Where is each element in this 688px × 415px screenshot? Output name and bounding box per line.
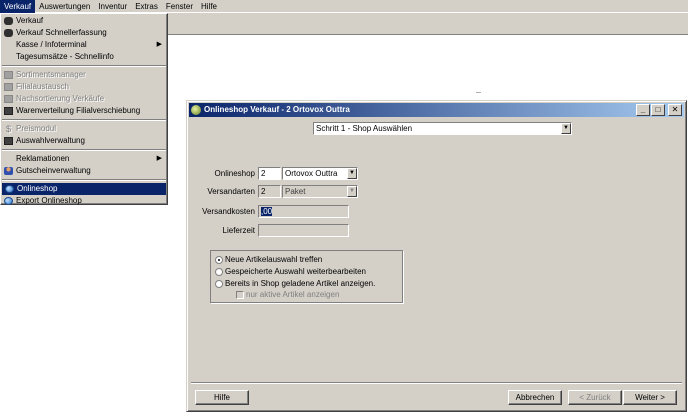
minimize-button[interactable]: _ — [636, 104, 650, 116]
menu-item-tagesumsaetze[interactable]: Tagesumsätze - Schnellinfo — [1, 51, 167, 63]
app-icon — [191, 105, 201, 115]
onlineshop-select[interactable]: Ortovox Outtra ▼ — [282, 167, 358, 180]
versandarten-select-value: Paket — [285, 187, 306, 196]
menu-item-label: Kasse / Infoterminal — [16, 40, 87, 49]
menu-item-kasse-infoterminal[interactable]: Kasse / Infoterminal ▶ — [1, 39, 167, 51]
menu-auswertungen[interactable]: Auswertungen — [35, 0, 94, 13]
radio-label: Gespeicherte Auswahl weiterbearbeiten — [225, 267, 366, 276]
radio-bereits-geladene[interactable]: Bereits in Shop geladene Artikel anzeige… — [215, 278, 375, 289]
menu-item-verkauf[interactable]: Verkauf — [1, 15, 167, 27]
menu-hilfe[interactable]: Hilfe — [197, 0, 221, 13]
menu-item-nachsortierung: Nachsortierung Verkäufe — [1, 93, 167, 105]
lieferzeit-label: Lieferzeit — [222, 226, 255, 235]
radio-dot — [215, 268, 223, 276]
cash-register-icon — [4, 29, 13, 37]
menu-separator — [2, 119, 166, 121]
menu-item-gutscheinverwaltung[interactable]: Gutscheinverwaltung — [1, 165, 167, 177]
menu-fenster[interactable]: Fenster — [162, 0, 197, 13]
submenu-arrow-icon: ▶ — [156, 155, 162, 162]
menu-item-preismodul: $ Preismodul — [1, 123, 167, 135]
menu-item-label: Verkauf Schnellerfassung — [16, 28, 107, 37]
step-select-value: Schritt 1 - Shop Auswählen — [316, 124, 413, 133]
lieferzeit-input[interactable] — [258, 224, 349, 237]
bottom-separator — [191, 382, 682, 384]
onlineshop-select-value: Ortovox Outtra — [285, 169, 338, 178]
menu-item-verkauf-schnellerfassung[interactable]: Verkauf Schnellerfassung — [1, 27, 167, 39]
menu-item-label: Sortimentsmanager — [16, 70, 86, 79]
menu-item-warenverteilung[interactable]: Warenverteilung Filialverschiebung — [1, 105, 167, 117]
cash-register-icon — [4, 17, 13, 25]
onlineshop-label: Onlineshop — [214, 169, 255, 178]
truck-icon — [4, 107, 13, 115]
menu-item-sortimentsmanager: Sortimentsmanager — [1, 69, 167, 81]
menu-extras[interactable]: Extras — [131, 0, 162, 13]
window-controls: _ □ ✕ — [635, 104, 682, 116]
verkauf-dropdown-menu: Verkauf Verkauf Schnellerfassung Kasse /… — [0, 13, 168, 205]
menu-separator — [2, 149, 166, 151]
menu-bar: Verkauf Auswertungen Inventur Extras Fen… — [0, 0, 688, 13]
checkbox-nur-aktive: nur aktive Artikel anzeigen — [236, 289, 339, 300]
option-group: Neue Artikelauswahl treffen Gespeicherte… — [210, 250, 403, 303]
checkbox-label: nur aktive Artikel anzeigen — [246, 290, 340, 299]
next-button[interactable]: Weiter > — [623, 390, 677, 405]
close-button[interactable]: ✕ — [668, 104, 682, 116]
versandkosten-label: Versandkosten — [202, 207, 255, 216]
menu-item-label: Warenverteilung Filialverschiebung — [16, 106, 141, 115]
versandkosten-input[interactable]: ,00 — [258, 205, 349, 218]
submenu-arrow-icon: ▶ — [156, 41, 162, 48]
help-button[interactable]: Hilfe — [195, 390, 249, 405]
menu-item-label: Export Onlineshop — [16, 196, 82, 205]
menu-item-label: Auswahlverwaltung — [16, 136, 85, 145]
menu-item-reklamationen[interactable]: Reklamationen ▶ — [1, 153, 167, 165]
menu-inventur[interactable]: Inventur — [94, 0, 131, 13]
radio-gespeicherte-auswahl[interactable]: Gespeicherte Auswahl weiterbearbeiten — [215, 266, 366, 277]
background-mark — [476, 92, 481, 93]
menu-item-filialaustausch: Filialaustausch — [1, 81, 167, 93]
chevron-down-icon: ▼ — [347, 186, 357, 197]
versandkosten-value: ,00 — [261, 207, 273, 216]
radio-label: Neue Artikelauswahl treffen — [225, 255, 323, 264]
window-title: Onlineshop Verkauf - 2 Ortovox Outtra — [204, 105, 350, 114]
versandarten-select: Paket ▼ — [282, 185, 358, 198]
chevron-down-icon[interactable]: ▼ — [347, 168, 357, 179]
menu-verkauf[interactable]: Verkauf — [0, 0, 36, 13]
menu-item-label: Filialaustausch — [16, 82, 69, 91]
menu-item-onlineshop[interactable]: Onlineshop — [2, 183, 166, 195]
cancel-button[interactable]: Abbrechen — [508, 390, 562, 405]
menu-item-label: Reklamationen — [16, 154, 70, 163]
versandarten-code-input: 2 — [258, 185, 281, 198]
menu-item-label: Onlineshop — [17, 184, 58, 193]
grid-icon — [4, 71, 13, 79]
menu-item-label: Tagesumsätze - Schnellinfo — [16, 52, 114, 61]
menu-separator — [2, 65, 166, 67]
exchange-icon — [4, 83, 13, 91]
chevron-down-icon[interactable]: ▼ — [561, 123, 571, 134]
radio-dot — [215, 280, 223, 288]
menu-item-auswahlverwaltung[interactable]: Auswahlverwaltung — [1, 135, 167, 147]
versandarten-label: Versandarten — [207, 187, 255, 196]
menu-item-label: Verkauf — [16, 16, 44, 25]
menu-separator — [2, 179, 166, 181]
menu-item-export-onlineshop[interactable]: Export Onlineshop — [1, 195, 167, 207]
menu-item-label: Preismodul — [16, 124, 57, 133]
globe-icon — [4, 197, 13, 205]
onlineshop-code-input[interactable]: 2 — [258, 167, 281, 180]
radio-dot — [215, 256, 223, 264]
globe-icon — [5, 185, 14, 193]
maximize-button[interactable]: □ — [651, 104, 665, 116]
checkbox-box — [236, 291, 244, 299]
menu-item-label: Gutscheinverwaltung — [16, 166, 91, 175]
onlineshop-verkauf-window: Onlineshop Verkauf - 2 Ortovox Outtra _ … — [186, 100, 687, 412]
window-titlebar[interactable]: Onlineshop Verkauf - 2 Ortovox Outtra _ … — [189, 103, 684, 117]
person-icon — [4, 167, 13, 175]
list-icon — [4, 137, 13, 145]
dollar-icon: $ — [5, 124, 11, 134]
back-button: < Zurück — [568, 390, 622, 405]
radio-label: Bereits in Shop geladene Artikel anzeige… — [225, 279, 376, 288]
menu-item-label: Nachsortierung Verkäufe — [16, 94, 105, 103]
step-select[interactable]: Schritt 1 - Shop Auswählen ▼ — [313, 122, 572, 135]
refresh-icon — [4, 95, 13, 103]
radio-neue-auswahl[interactable]: Neue Artikelauswahl treffen — [215, 254, 322, 265]
